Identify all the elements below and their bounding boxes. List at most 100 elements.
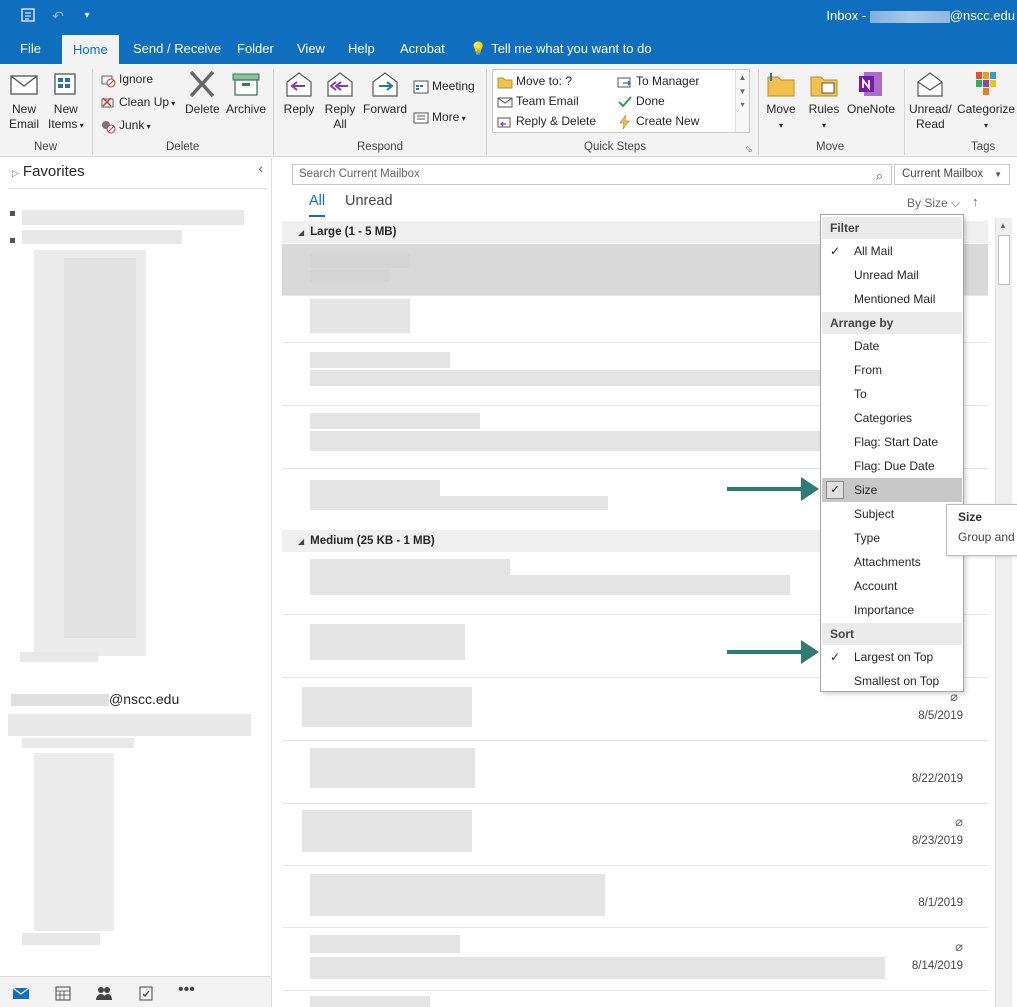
rules-icon <box>810 76 838 97</box>
menu-item-flag-due-date[interactable]: Flag: Due Date <box>822 454 962 478</box>
meeting-icon <box>413 80 429 94</box>
tab-acrobat[interactable]: Acrobat <box>400 33 445 64</box>
quick-steps-scroll[interactable]: ▲ ▼ ▾ <box>735 70 749 132</box>
inbox-expand-icon[interactable] <box>10 238 15 243</box>
reply-button[interactable]: Reply <box>283 70 315 117</box>
arrange-by-dropdown[interactable]: By Size ⌵ <box>907 196 960 211</box>
quick-steps-launcher-icon[interactable]: ⬂ <box>745 144 753 155</box>
mail-icon[interactable] <box>12 985 30 1001</box>
menu-item-largest-on-top[interactable]: ✓ Largest on Top <box>822 645 962 669</box>
message-list-scrollbar[interactable]: ▲ <box>995 218 1012 1007</box>
search-scope-select[interactable]: Current Mailbox ▼ <box>894 164 1010 185</box>
qs-create-new[interactable]: Create New <box>617 111 699 131</box>
tab-folder[interactable]: Folder <box>237 33 274 64</box>
menu-item-subject[interactable]: Subject <box>822 502 962 526</box>
menu-item-all-mail[interactable]: ✓ All Mail <box>822 239 962 263</box>
categorize-button[interactable]: Categorize ▾ <box>957 70 1015 133</box>
folder-arrow-icon <box>497 77 513 89</box>
tell-me-search[interactable]: 💡 Tell me what you want to do <box>470 33 652 64</box>
forward-button[interactable]: Forward <box>363 70 407 117</box>
tab-send-receive[interactable]: Send / Receive <box>133 33 221 64</box>
redacted-folder-list-2 <box>34 753 114 931</box>
group-label-respond: Respond <box>357 141 404 153</box>
rules-button[interactable]: Rules ▾ <box>808 70 840 133</box>
menu-item-importance[interactable]: Importance <box>822 598 962 622</box>
menu-item-attachments[interactable]: Attachments <box>822 550 962 574</box>
tab-home[interactable]: Home <box>62 35 119 64</box>
qs-to-manager[interactable]: To Manager <box>617 71 699 91</box>
scroll-up-icon[interactable]: ▲ <box>999 221 1007 230</box>
tab-view[interactable]: View <box>297 33 325 64</box>
menu-item-date[interactable]: Date <box>822 334 962 358</box>
qs-reply-delete[interactable]: Reply & Delete <box>497 111 596 131</box>
tasks-icon[interactable] <box>137 985 155 1001</box>
unread-read-button[interactable]: Unread/Read <box>909 70 952 132</box>
calendar-icon[interactable] <box>54 985 72 1001</box>
menu-item-categories[interactable]: Categories <box>822 406 962 430</box>
menu-item-from[interactable]: From <box>822 358 962 382</box>
attachment-icon: ⌀ <box>955 814 963 829</box>
title-bar: ↶ ▾ Inbox - @nscc.edu <box>0 0 1017 33</box>
redacted-username <box>869 10 950 23</box>
search-icon[interactable]: ⌕ <box>876 166 883 185</box>
meeting-button[interactable]: Meeting <box>413 76 475 96</box>
message-row[interactable] <box>282 992 988 1007</box>
more-respond-button[interactable]: More ▾ <box>413 107 466 127</box>
tab-help[interactable]: Help <box>348 33 375 64</box>
delete-button[interactable]: Delete <box>185 70 220 117</box>
menu-item-account[interactable]: Account <box>822 574 962 598</box>
more-icon <box>413 112 429 124</box>
new-email-button[interactable]: New Email <box>8 70 40 132</box>
group-label-quick-steps: Quick Steps <box>584 141 646 153</box>
account-expand-icon[interactable] <box>10 211 15 216</box>
reply-all-button[interactable]: Reply All <box>324 70 356 132</box>
message-row[interactable]: 8/22/2019 <box>282 742 988 804</box>
qs-move-to[interactable]: Move to: ? <box>497 71 572 91</box>
archive-icon <box>232 73 260 96</box>
archive-button[interactable]: Archive <box>226 70 266 117</box>
onenote-button[interactable]: OneNote <box>847 70 895 117</box>
move-button[interactable]: Move ▾ <box>765 70 797 133</box>
menu-item-to[interactable]: To <box>822 382 962 406</box>
people-icon[interactable] <box>95 985 113 1001</box>
message-row[interactable]: 8/1/2019 <box>282 866 988 928</box>
qs-done[interactable]: Done <box>617 91 665 111</box>
customize-toolbar-icon[interactable]: ▾ <box>78 7 96 25</box>
ribbon: New Email New Items ▾ New Ignore Clean Up … <box>0 64 1017 157</box>
menu-item-smallest-on-top[interactable]: Smallest on Top <box>822 669 962 693</box>
checkmark-icon <box>618 96 632 108</box>
new-items-button[interactable]: New Items ▾ <box>48 70 84 133</box>
collapse-triangle-icon: ◢ <box>298 228 305 237</box>
menu-item-mentioned-mail[interactable]: Mentioned Mail <box>822 287 962 311</box>
tab-unread[interactable]: Unread <box>345 193 393 209</box>
outlook-window: ↶ ▾ Inbox - @nscc.edu File Home Send / R… <box>0 0 1017 1007</box>
clean-up-button[interactable]: Clean Up ▾ <box>100 92 175 112</box>
message-row[interactable]: ⌀ 8/23/2019 <box>282 804 988 866</box>
qs-team-email[interactable]: Team Email <box>497 91 579 111</box>
collapse-triangle-icon: ◢ <box>298 537 305 546</box>
undo-icon[interactable]: ↶ <box>49 7 67 25</box>
more-apps-icon[interactable]: ••• <box>178 981 196 998</box>
chevron-down-icon: ▼ <box>994 170 1002 179</box>
sort-direction-icon[interactable]: ↑ <box>972 194 979 209</box>
junk-button[interactable]: Junk ▾ <box>100 115 151 135</box>
search-input[interactable]: Search Current Mailbox ⌕ <box>292 164 892 185</box>
ignore-button[interactable]: Ignore <box>100 69 153 89</box>
expand-triangle-icon: ▷ <box>12 168 19 178</box>
reply-delete-icon <box>497 117 511 128</box>
menu-item-flag-start-date[interactable]: Flag: Start Date <box>822 430 962 454</box>
redacted-account <box>22 210 244 225</box>
scroll-thumb[interactable] <box>998 235 1010 285</box>
account-header[interactable]: @nscc.edu <box>11 691 179 707</box>
menu-item-unread-mail[interactable]: Unread Mail <box>822 263 962 287</box>
favorites-header[interactable]: ▷ Favorites <box>12 163 85 180</box>
send-receive-all-icon[interactable] <box>19 7 37 25</box>
tab-all[interactable]: All <box>309 193 326 217</box>
ribbon-tabs: File Home Send / Receive Folder View Hel… <box>0 33 1017 64</box>
collapse-pane-icon[interactable]: ‹ <box>258 160 263 176</box>
tab-file[interactable]: File <box>20 33 41 64</box>
check-icon: ✓ <box>826 481 844 499</box>
message-row[interactable]: ⌀ 8/14/2019 <box>282 929 988 991</box>
menu-item-size[interactable]: ✓ Size <box>822 478 962 502</box>
menu-item-type[interactable]: Type <box>822 526 962 550</box>
